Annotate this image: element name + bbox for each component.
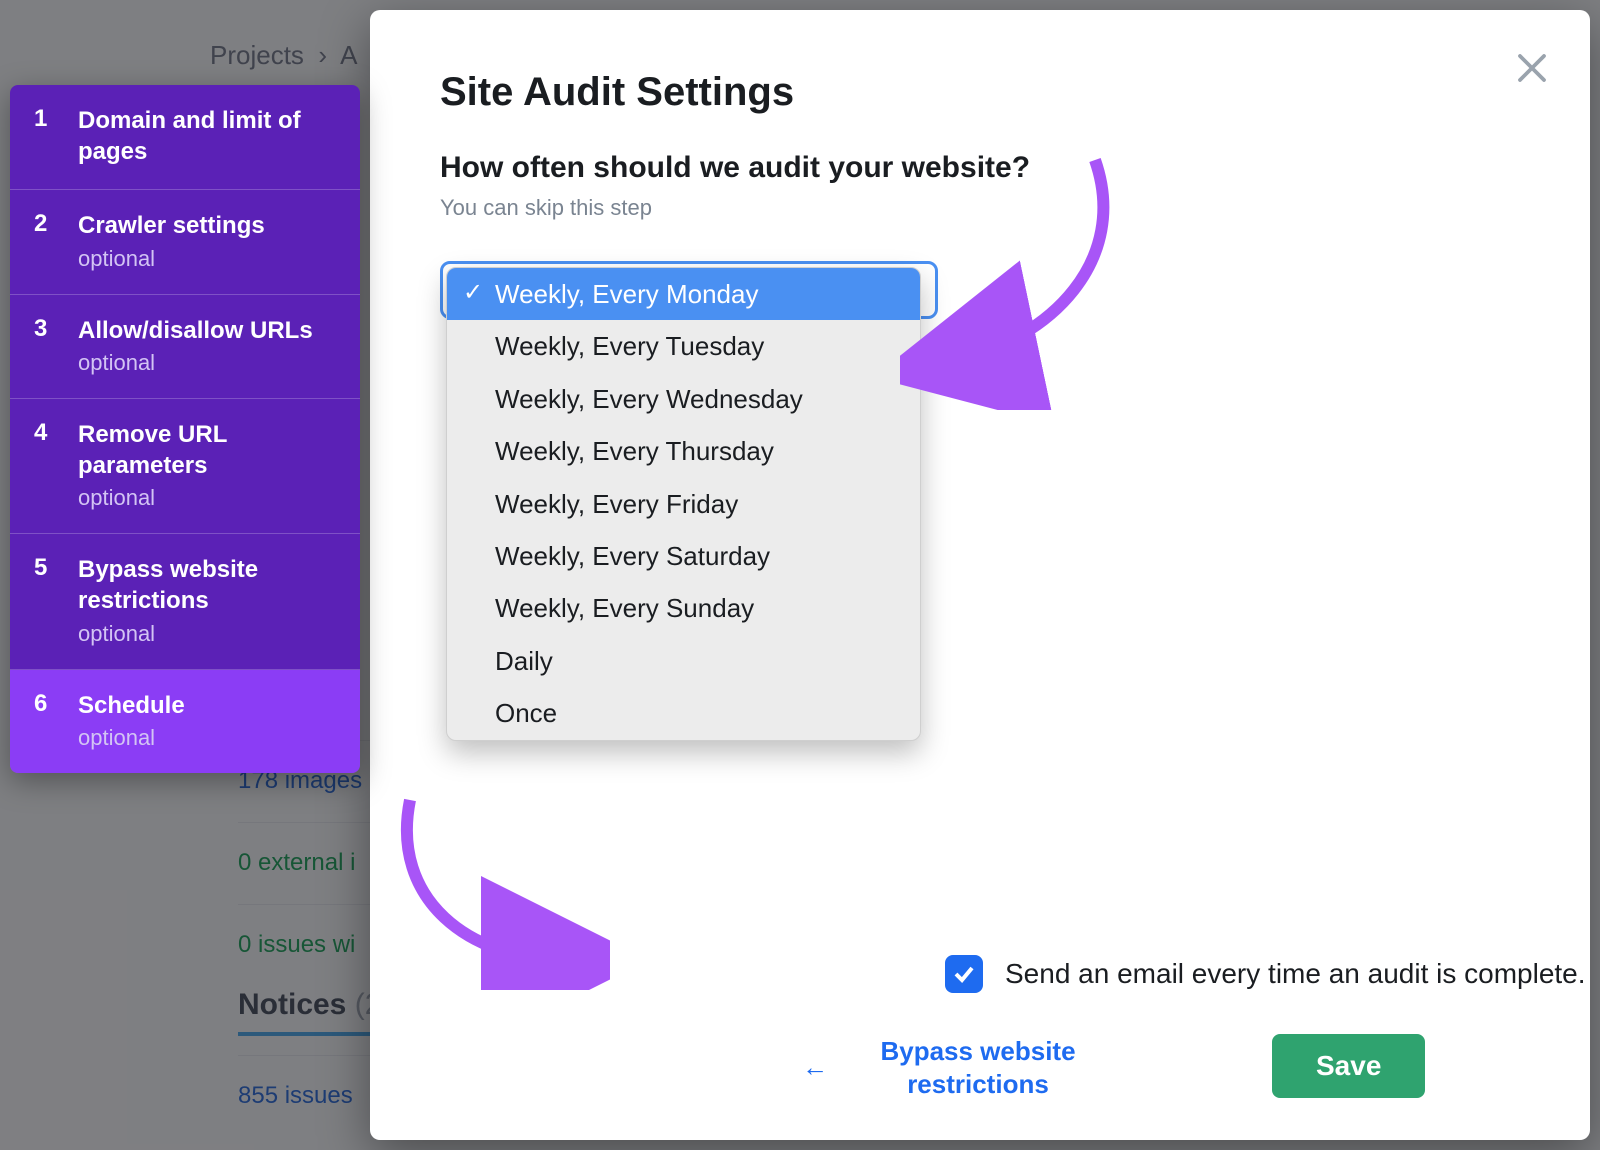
close-icon[interactable]	[1514, 50, 1550, 86]
wizard-step-1[interactable]: 1 Domain and limit of pages	[10, 85, 360, 190]
dd-option-tuesday[interactable]: Weekly, Every Tuesday	[447, 320, 920, 372]
step-optional: optional	[78, 485, 336, 511]
back-arrow-icon[interactable]: ←	[802, 1052, 828, 1083]
step-number: 2	[34, 210, 52, 271]
save-button[interactable]: Save	[1272, 1034, 1425, 1098]
wizard-step-3[interactable]: 3 Allow/disallow URLs optional	[10, 295, 360, 399]
modal-subtitle: How often should we audit your website?	[440, 151, 1520, 185]
modal-skip-hint: You can skip this step	[440, 195, 1520, 221]
wizard-step-6[interactable]: 6 Schedule optional	[10, 670, 360, 773]
dd-option-daily[interactable]: Daily	[447, 635, 920, 687]
step-title: Allow/disallow URLs	[78, 315, 336, 346]
dd-option-saturday[interactable]: Weekly, Every Saturday	[447, 530, 920, 582]
step-optional: optional	[78, 725, 336, 751]
email-checkbox-label: Send an email every time an audit is com…	[1005, 958, 1586, 990]
step-number: 3	[34, 315, 52, 376]
step-optional: optional	[78, 246, 336, 272]
dd-option-once[interactable]: Once	[447, 687, 920, 739]
dd-option-thursday[interactable]: Weekly, Every Thursday	[447, 425, 920, 477]
step-title: Schedule	[78, 690, 336, 721]
step-title: Remove URL parameters	[78, 419, 336, 481]
step-title: Bypass website restrictions	[78, 554, 336, 616]
step-optional: optional	[78, 350, 336, 376]
back-link[interactable]: Bypass website restrictions	[868, 1035, 1088, 1100]
dd-option-wednesday[interactable]: Weekly, Every Wednesday	[447, 373, 920, 425]
step-number: 6	[34, 690, 52, 751]
wizard-step-2[interactable]: 2 Crawler settings optional	[10, 190, 360, 294]
step-title: Domain and limit of pages	[78, 105, 336, 167]
modal-footer: ← Bypass website restrictions	[802, 1035, 1088, 1100]
wizard-sidebar: 1 Domain and limit of pages 2 Crawler se…	[10, 85, 360, 773]
dropdown-menu: Weekly, Every Monday Weekly, Every Tuesd…	[446, 267, 921, 741]
wizard-step-5[interactable]: 5 Bypass website restrictions optional	[10, 534, 360, 669]
step-number: 5	[34, 554, 52, 646]
modal-title: Site Audit Settings	[440, 70, 1520, 115]
step-number: 1	[34, 105, 52, 167]
step-optional: optional	[78, 621, 336, 647]
email-checkbox-row: Send an email every time an audit is com…	[945, 955, 1586, 993]
step-number: 4	[34, 419, 52, 511]
dd-option-sunday[interactable]: Weekly, Every Sunday	[447, 582, 920, 634]
wizard-step-4[interactable]: 4 Remove URL parameters optional	[10, 399, 360, 534]
email-checkbox[interactable]	[945, 955, 983, 993]
settings-modal: Site Audit Settings How often should we …	[370, 10, 1590, 1140]
dd-option-monday[interactable]: Weekly, Every Monday	[447, 268, 920, 320]
dd-option-friday[interactable]: Weekly, Every Friday	[447, 478, 920, 530]
step-title: Crawler settings	[78, 210, 336, 241]
